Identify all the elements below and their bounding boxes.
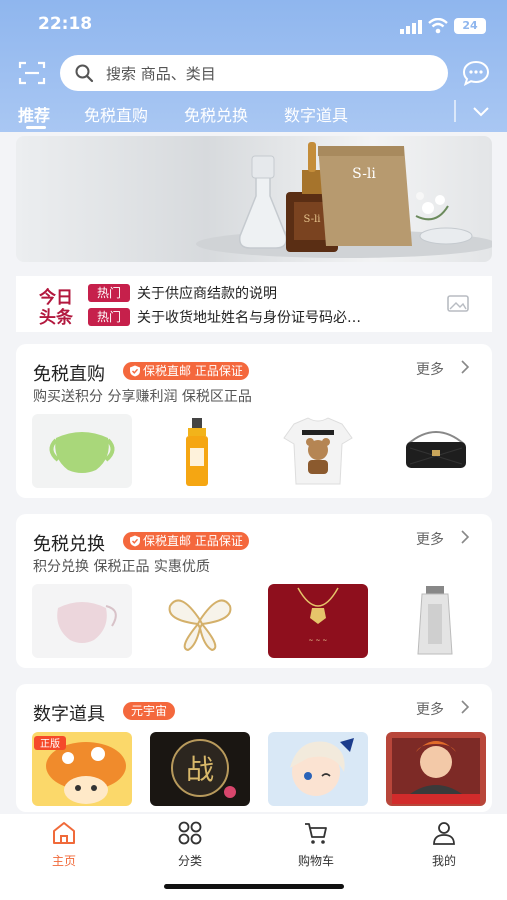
section-badge: 保税直邮 正品保证	[123, 532, 249, 550]
product-black-handbag[interactable]	[386, 414, 486, 488]
pouch-label: S-li	[352, 166, 376, 182]
search-bar[interactable]: 搜索 商品、类目	[60, 55, 448, 91]
message-icon[interactable]	[462, 60, 490, 86]
section-badge: 保税直邮 正品保证	[123, 362, 249, 380]
section-duty-free-exchange: 免税兑换 保税直邮 正品保证 更多 积分兑换 保税正品 实惠优质 ~ ~ ~	[16, 514, 492, 668]
scan-icon[interactable]	[18, 60, 46, 86]
nav-home[interactable]: 主页	[24, 820, 104, 874]
tab-digital-props[interactable]: 数字道具	[284, 102, 348, 126]
chevron-right-icon[interactable]	[460, 700, 470, 714]
nav-label: 我的	[431, 854, 456, 868]
home-icon	[53, 822, 75, 844]
product-fox-girl-game[interactable]	[386, 732, 486, 806]
nav-label: 主页	[51, 854, 76, 868]
product-battle-game[interactable]: 战	[150, 732, 250, 806]
section-subtitle: 购买送积分 分享赚利润 保税区正品	[33, 389, 252, 405]
app-header: 22:18 24 搜索 商品、类目 推荐 免税直购 免税兑换 数字道具	[0, 0, 507, 132]
tab-duty-free-exchange[interactable]: 免税兑换	[184, 102, 248, 126]
active-tab-indicator	[26, 126, 46, 129]
news-title[interactable]: 关于收货地址姓名与身份证号码必…	[137, 307, 417, 327]
svg-text:战: 战	[186, 753, 214, 786]
tab-duty-free-purchase[interactable]: 免税直购	[84, 102, 148, 126]
chevron-right-icon[interactable]	[460, 530, 470, 544]
hot-tag: 热门	[88, 308, 130, 326]
tab-divider	[454, 100, 456, 122]
chevron-right-icon[interactable]	[460, 360, 470, 374]
news-title[interactable]: 关于供应商结款的说明	[137, 283, 417, 303]
section-title: 免税直购	[33, 364, 105, 385]
section-title: 免税兑换	[33, 534, 105, 555]
product-mushroom-game[interactable]: 正版	[32, 732, 132, 806]
category-tabs: 推荐 免税直购 免税兑换 数字道具	[0, 98, 507, 132]
home-indicator[interactable]	[164, 884, 344, 889]
product-butterfly-brooch[interactable]	[150, 584, 250, 658]
today-headlines-logo: 今日 头条	[39, 287, 74, 327]
product-toothpaste[interactable]	[386, 584, 486, 658]
cart-icon	[305, 823, 327, 844]
section-digital-props: 数字道具 元宇宙 更多 正版 战	[16, 684, 492, 812]
status-time: 22:18	[38, 14, 93, 34]
search-placeholder: 搜索 商品、类目	[106, 65, 216, 83]
search-icon	[75, 64, 94, 83]
nav-category[interactable]: 分类	[150, 820, 230, 874]
status-bar: 22:18 24	[0, 14, 507, 38]
promo-banner[interactable]: S-li S-li	[16, 136, 492, 262]
section-duty-free-purchase: 免税直购 保税直邮 正品保证 更多 购买送积分 分享赚利润 保税区正品	[16, 344, 492, 498]
svg-text:今日: 今日	[39, 287, 73, 308]
image-icon	[447, 295, 469, 312]
svg-text:正版: 正版	[40, 737, 60, 750]
more-link[interactable]: 更多	[416, 359, 444, 379]
svg-text:头条: 头条	[39, 307, 74, 327]
tab-recommend[interactable]: 推荐	[18, 102, 50, 126]
shield-check-icon	[130, 535, 140, 547]
section-badge: 元宇宙	[123, 702, 176, 720]
category-icon	[178, 821, 202, 845]
news-image-placeholder	[424, 276, 492, 332]
nav-label: 购物车	[297, 854, 334, 868]
product-sunscreen-spray[interactable]	[150, 414, 250, 488]
nav-cart[interactable]: 购物车	[276, 820, 356, 874]
profile-icon	[433, 822, 455, 845]
nav-profile[interactable]: 我的	[404, 820, 484, 874]
bottle-label: S-li	[304, 214, 321, 225]
nav-label: 分类	[177, 854, 202, 868]
hot-tag: 热门	[88, 284, 130, 302]
product-pink-face-mask[interactable]	[32, 584, 132, 658]
section-title: 数字道具	[33, 704, 105, 725]
chevron-down-icon[interactable]	[472, 104, 490, 118]
wifi-icon	[428, 18, 448, 34]
product-green-face-mask[interactable]	[32, 414, 132, 488]
shield-check-icon	[130, 365, 140, 377]
svg-text:~ ~ ~: ~ ~ ~	[309, 637, 328, 644]
product-gold-necklace[interactable]: ~ ~ ~	[268, 584, 368, 658]
bottom-nav: 主页 分类 购物车 我的	[0, 814, 507, 900]
more-link[interactable]: 更多	[416, 699, 444, 719]
product-anime-girl[interactable]	[268, 732, 368, 806]
battery-indicator: 24	[454, 18, 486, 34]
section-subtitle: 积分兑换 保税正品 实惠优质	[33, 559, 210, 575]
banner-image: S-li S-li	[196, 142, 492, 258]
product-moschino-tshirt[interactable]	[268, 414, 368, 488]
more-link[interactable]: 更多	[416, 529, 444, 549]
cellular-signal-icon	[400, 20, 422, 34]
news-ticker[interactable]: 今日 头条 热门 关于供应商结款的说明 热门 关于收货地址姓名与身份证号码必…	[16, 276, 492, 332]
